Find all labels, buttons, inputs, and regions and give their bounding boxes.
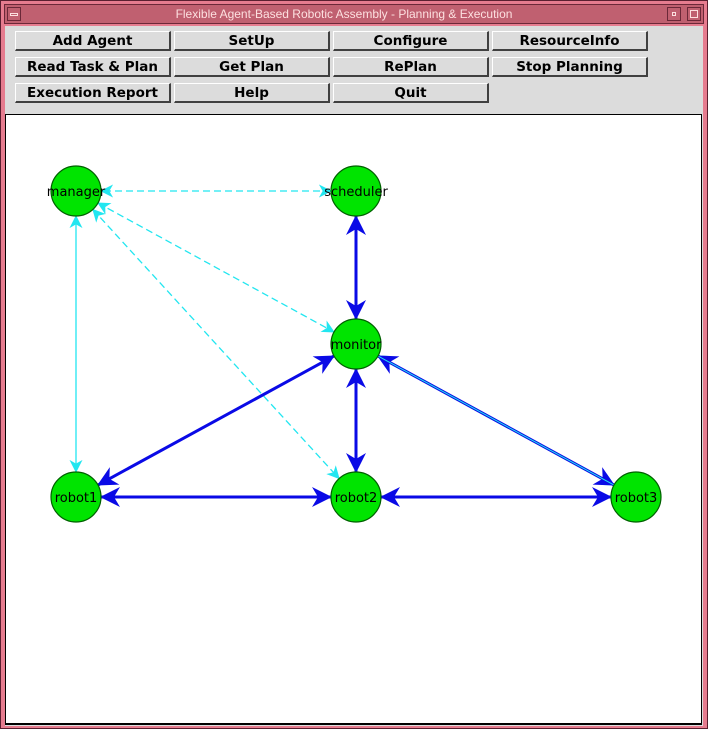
- node-label: robot2: [335, 491, 378, 506]
- configure-button[interactable]: Configure: [333, 31, 489, 51]
- client-area: Add Agent SetUp Configure ResourceInfo R…: [5, 26, 703, 726]
- button-panel: Add Agent SetUp Configure ResourceInfo R…: [5, 26, 703, 114]
- node-label: manager: [47, 185, 106, 200]
- agent-graph: manager scheduler monitor robot1 robot2 robot…: [47, 165, 662, 523]
- help-button[interactable]: Help: [174, 83, 330, 103]
- execution-report-button[interactable]: Execution Report: [15, 83, 171, 103]
- agent-graph-canvas[interactable]: manager scheduler monitor robot1 robot2 robot…: [5, 114, 702, 725]
- window-menu-button[interactable]: [7, 7, 21, 21]
- edge-monitor-robot3-overlay: [377, 355, 615, 486]
- node-robot1[interactable]: robot1: [50, 471, 102, 523]
- node-robot2[interactable]: robot2: [330, 471, 382, 523]
- resource-info-button[interactable]: ResourceInfo: [492, 31, 648, 51]
- node-manager[interactable]: manager: [47, 165, 106, 217]
- setup-button[interactable]: SetUp: [174, 31, 330, 51]
- replan-button[interactable]: RePlan: [333, 57, 489, 77]
- minimize-button[interactable]: [667, 7, 681, 21]
- node-label: monitor: [331, 338, 383, 353]
- read-task-plan-button[interactable]: Read Task & Plan: [15, 57, 171, 77]
- node-monitor[interactable]: monitor: [330, 318, 383, 370]
- stop-planning-button[interactable]: Stop Planning: [492, 57, 648, 77]
- quit-button[interactable]: Quit: [333, 83, 489, 103]
- add-agent-button[interactable]: Add Agent: [15, 31, 171, 51]
- maximize-button[interactable]: [687, 7, 701, 21]
- edge-monitor-robot1-strong: [97, 354, 335, 487]
- node-label: scheduler: [324, 185, 388, 200]
- get-plan-button[interactable]: Get Plan: [174, 57, 330, 77]
- window-frame: Flexible Agent-Based Robotic Assembly - …: [0, 0, 708, 729]
- node-label: robot3: [615, 491, 658, 506]
- node-scheduler[interactable]: scheduler: [324, 165, 388, 217]
- title-bar[interactable]: Flexible Agent-Based Robotic Assembly - …: [4, 4, 704, 24]
- nodes-layer: manager scheduler monitor robot1 robot2 robot…: [47, 165, 662, 523]
- node-robot3[interactable]: robot3: [610, 471, 662, 523]
- node-label: robot1: [55, 491, 98, 506]
- window-title: Flexible Agent-Based Robotic Assembly - …: [175, 7, 513, 21]
- edge-manager-monitor-weak: [97, 202, 335, 333]
- edge-manager-robot2-weak: [92, 208, 340, 480]
